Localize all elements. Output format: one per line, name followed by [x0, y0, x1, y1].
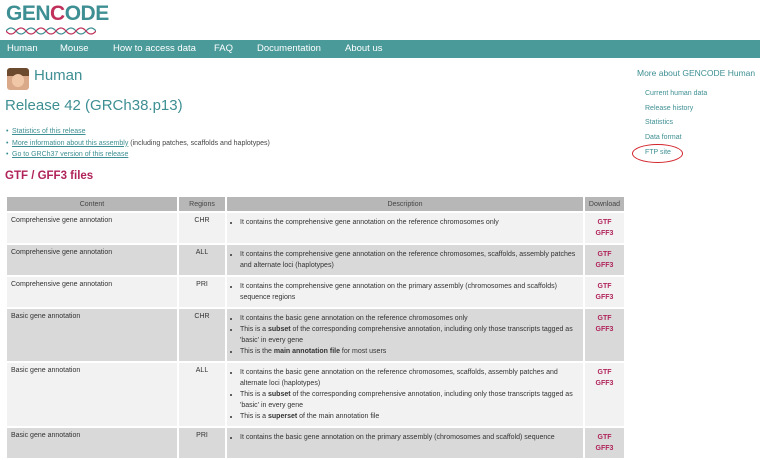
table-row: Basic gene annotationALL It contains the …	[7, 363, 624, 426]
logo-text: GENCODE	[6, 2, 109, 25]
content-cell: Comprehensive gene annotation	[7, 213, 177, 243]
content-cell: Comprehensive gene annotation	[7, 245, 177, 275]
description-item: This is a subset of the corresponding co…	[240, 324, 579, 346]
table-header-row: Content Regions Description Download	[7, 197, 624, 211]
gtf-download-link[interactable]: GTF	[589, 249, 620, 260]
release-links: Statistics of this release More informat…	[6, 126, 270, 161]
assembly-info-link[interactable]: More information about this assembly	[12, 140, 128, 147]
description-item: It contains the comprehensive gene annot…	[240, 281, 579, 303]
description-cell: It contains the comprehensive gene annot…	[227, 245, 583, 275]
download-cell: GTF GFF3	[585, 245, 624, 275]
nav-about-us[interactable]: About us	[345, 40, 383, 58]
human-avatar	[7, 68, 29, 90]
table-row: Comprehensive gene annotationCHR It conta…	[7, 213, 624, 243]
table-row: Comprehensive gene annotationPRI It conta…	[7, 277, 624, 307]
download-cell: GTF GFF3	[585, 213, 624, 243]
gtf-files-table: Content Regions Description Download Com…	[5, 195, 626, 460]
region-cell: ALL	[179, 245, 225, 275]
description-cell: It contains the basic gene annotation on…	[227, 363, 583, 426]
table-row: Basic gene annotationCHR It contains the …	[7, 309, 624, 361]
release-title: Release 42 (GRCh38.p13)	[5, 97, 183, 114]
section-title: GTF / GFF3 files	[5, 170, 94, 182]
sidebar-title: More about GENCODE Human	[637, 68, 756, 78]
header-regions: Regions	[179, 197, 225, 211]
download-cell: GTF GFF3	[585, 363, 624, 426]
content-cell: Comprehensive gene annotation	[7, 277, 177, 307]
grch37-link[interactable]: Go to GRCh37 version of this release	[12, 151, 128, 158]
gff3-download-link[interactable]: GFF3	[589, 292, 620, 303]
download-cell: GTF GFF3	[585, 428, 624, 458]
link-item: Go to GRCh37 version of this release	[6, 149, 270, 161]
description-cell: It contains the basic gene annotation on…	[227, 428, 583, 458]
table-row: Comprehensive gene annotationALL It conta…	[7, 245, 624, 275]
sidebar-item-release-history[interactable]: Release history	[645, 105, 693, 112]
gtf-download-link[interactable]: GTF	[589, 313, 620, 324]
assembly-info-note: (including patches, scaffolds and haplot…	[128, 139, 270, 147]
region-cell: PRI	[179, 428, 225, 458]
header-description: Description	[227, 197, 583, 211]
description-item: This is a superset of the main annotatio…	[240, 411, 579, 422]
content-cell: Basic gene annotation	[7, 363, 177, 426]
region-cell: CHR	[179, 309, 225, 361]
gtf-download-link[interactable]: GTF	[589, 432, 620, 443]
description-cell: It contains the comprehensive gene annot…	[227, 213, 583, 243]
sidebar-item-statistics[interactable]: Statistics	[645, 119, 673, 126]
link-item: Statistics of this release	[6, 126, 270, 138]
description-item: It contains the basic gene annotation on…	[240, 367, 579, 389]
gff3-download-link[interactable]: GFF3	[589, 228, 620, 239]
dna-helix-icon	[6, 27, 96, 35]
region-cell: ALL	[179, 363, 225, 426]
description-cell: It contains the basic gene annotation on…	[227, 309, 583, 361]
gff3-download-link[interactable]: GFF3	[589, 324, 620, 335]
description-item: This is the main annotation file for mos…	[240, 346, 579, 357]
gff3-download-link[interactable]: GFF3	[589, 378, 620, 389]
gencode-logo[interactable]: GENCODE	[6, 3, 109, 39]
description-item: It contains the basic gene annotation on…	[240, 432, 579, 443]
region-cell: PRI	[179, 277, 225, 307]
description-item: It contains the basic gene annotation on…	[240, 313, 579, 324]
gtf-download-link[interactable]: GTF	[589, 281, 620, 292]
nav-how-to-access-data[interactable]: How to access data	[113, 40, 196, 58]
main-nav: Human Mouse How to access data FAQ Docum…	[0, 40, 760, 58]
page-title: Human	[34, 67, 83, 84]
nav-faq[interactable]: FAQ	[214, 40, 233, 58]
highlight-circle	[632, 144, 683, 163]
statistics-link[interactable]: Statistics of this release	[12, 128, 86, 135]
gff3-download-link[interactable]: GFF3	[589, 443, 620, 454]
gtf-download-link[interactable]: GTF	[589, 367, 620, 378]
nav-mouse[interactable]: Mouse	[60, 40, 89, 58]
description-item: This is a subset of the corresponding co…	[240, 389, 579, 411]
description-cell: It contains the comprehensive gene annot…	[227, 277, 583, 307]
download-cell: GTF GFF3	[585, 277, 624, 307]
download-cell: GTF GFF3	[585, 309, 624, 361]
gtf-download-link[interactable]: GTF	[589, 217, 620, 228]
description-item: It contains the comprehensive gene annot…	[240, 217, 579, 228]
content-cell: Basic gene annotation	[7, 428, 177, 458]
content-cell: Basic gene annotation	[7, 309, 177, 361]
nav-documentation[interactable]: Documentation	[257, 40, 321, 58]
gff3-download-link[interactable]: GFF3	[589, 260, 620, 271]
description-item: It contains the comprehensive gene annot…	[240, 249, 579, 271]
sidebar-item-data-format[interactable]: Data format	[645, 134, 682, 141]
nav-human[interactable]: Human	[7, 40, 38, 58]
sidebar-item-current-human-data[interactable]: Current human data	[645, 90, 707, 97]
region-cell: CHR	[179, 213, 225, 243]
link-item: More information about this assembly (in…	[6, 138, 270, 150]
header-download: Download	[585, 197, 624, 211]
table-row: Basic gene annotationPRI It contains the …	[7, 428, 624, 458]
header-content: Content	[7, 197, 177, 211]
